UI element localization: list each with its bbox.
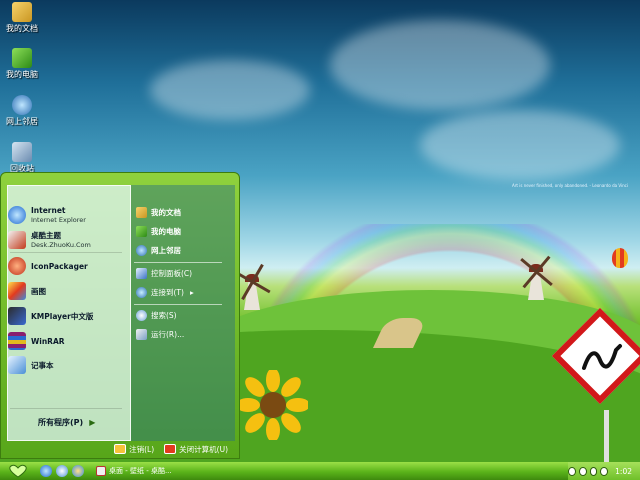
- taskbar: 桌面 - 壁纸 - 桌酷... 1:02: [0, 462, 640, 480]
- start-right-my-computer[interactable]: 我的电脑: [136, 226, 181, 237]
- start-item-title: KMPlayer中文版: [31, 311, 94, 321]
- cloud: [420, 110, 620, 180]
- system-tray: 1:02: [568, 462, 640, 480]
- winrar-icon: [8, 332, 26, 350]
- zhuoku-icon: [8, 231, 26, 249]
- start-right-run[interactable]: 运行(R)...: [136, 329, 184, 340]
- start-item-title: 记事本: [31, 360, 54, 370]
- desktop-icon-my-computer[interactable]: 我的电脑: [2, 48, 42, 80]
- start-button[interactable]: [0, 462, 36, 480]
- notepad-icon: [8, 356, 26, 374]
- start-right-label: 控制面板(C): [151, 269, 193, 278]
- start-item-zhuoku[interactable]: 桌酷主题 Desk.ZhuoKu.Com: [8, 231, 126, 249]
- start-right-network-places[interactable]: 网上邻居: [136, 245, 181, 256]
- paint-icon: [8, 282, 26, 300]
- kmplayer-icon: [8, 307, 26, 325]
- logoff-label: 注销(L): [129, 444, 155, 454]
- sunflower: [238, 370, 308, 440]
- my-computer-icon: [136, 226, 147, 237]
- sign-post: [604, 410, 609, 462]
- start-right-separator: [134, 262, 222, 263]
- windmill: [234, 262, 271, 312]
- wallpaper-quote: Art is never finished, only abandoned. -…: [512, 183, 628, 188]
- tray-app-icon[interactable]: [600, 466, 609, 476]
- start-item-title: WinRAR: [31, 336, 65, 346]
- start-right-label: 搜索(S): [151, 311, 177, 320]
- logoff-button[interactable]: 注销(L): [114, 444, 154, 455]
- desktop-icon-label: 网上邻居: [6, 117, 38, 126]
- taskbar-window-label: 桌面 - 壁纸 - 桌酷...: [109, 467, 172, 475]
- run-icon: [136, 329, 147, 340]
- iconpackager-icon: [8, 257, 26, 275]
- start-item-title: IconPackager: [31, 261, 88, 271]
- network-places-icon: [12, 95, 32, 115]
- my-documents-icon: [136, 207, 147, 218]
- volume-icon[interactable]: [589, 466, 598, 476]
- my-computer-icon: [12, 48, 32, 68]
- search-icon: [136, 310, 147, 321]
- start-right-search[interactable]: 搜索(S): [136, 310, 177, 321]
- shutdown-button[interactable]: 关闭计算机(U): [164, 444, 228, 455]
- desktop-icon-network-places[interactable]: 网上邻居: [2, 95, 42, 127]
- start-item-internet[interactable]: Internet Internet Explorer: [8, 206, 126, 224]
- tray-arrow-icon[interactable]: [568, 466, 576, 476]
- desktop-icon-my-documents[interactable]: 我的文档: [2, 2, 42, 34]
- start-item-iconpackager[interactable]: IconPackager: [8, 257, 126, 275]
- desktop-icon-label: 我的电脑: [6, 70, 38, 79]
- cloud: [150, 60, 310, 120]
- network-icon[interactable]: [578, 466, 587, 476]
- start-right-control-panel[interactable]: 控制面板(C): [136, 268, 192, 279]
- arrow-right-icon: ▸: [189, 288, 194, 297]
- start-item-title: 桌酷主题: [31, 231, 61, 240]
- start-right-label: 连接到(T): [151, 288, 184, 297]
- connect-to-icon: [136, 287, 147, 298]
- winding-road-symbol: [582, 344, 622, 370]
- recycle-bin-icon: [12, 142, 32, 162]
- start-menu-separator: [10, 408, 122, 409]
- start-right-label: 我的电脑: [151, 227, 181, 236]
- start-right-my-documents[interactable]: 我的文档: [136, 207, 181, 218]
- cloud: [330, 20, 550, 110]
- start-item-subtitle: Desk.ZhuoKu.Com: [31, 241, 91, 249]
- messenger-icon[interactable]: [72, 465, 84, 477]
- start-menu-separator: [10, 252, 122, 253]
- ie-icon[interactable]: [40, 465, 52, 477]
- clock[interactable]: 1:02: [615, 467, 632, 476]
- start-right-separator: [134, 304, 222, 305]
- start-right-label: 我的文档: [151, 208, 181, 217]
- media-player-icon[interactable]: [56, 465, 68, 477]
- start-item-title: 画图: [31, 286, 46, 296]
- start-item-subtitle: Internet Explorer: [31, 216, 86, 224]
- start-right-label: 网上邻居: [151, 246, 181, 255]
- power-icon: [164, 444, 177, 454]
- start-right-label: 运行(R)...: [151, 330, 185, 339]
- ie-icon: [8, 206, 26, 224]
- control-panel-icon: [136, 268, 147, 279]
- taskbar-window-button[interactable]: 桌面 - 壁纸 - 桌酷...: [92, 464, 176, 478]
- arrow-right-icon: ▶: [89, 418, 96, 427]
- start-item-title: Internet: [31, 206, 66, 215]
- start-item-paint[interactable]: 画图: [8, 282, 126, 300]
- start-item-winrar[interactable]: WinRAR: [8, 332, 126, 350]
- browser-window-icon: [96, 466, 106, 476]
- start-item-notepad[interactable]: 记事本: [8, 356, 126, 374]
- windmill: [520, 252, 554, 302]
- desktop-icon-label: 我的文档: [6, 24, 38, 33]
- all-programs-label: 所有程序(P): [38, 418, 84, 427]
- network-places-icon: [136, 245, 147, 256]
- start-menu-bottom-bar: 注销(L) 关闭计算机(U): [0, 441, 238, 457]
- start-right-connect-to[interactable]: 连接到(T) ▸: [136, 287, 194, 298]
- all-programs-button[interactable]: 所有程序(P) ▶: [38, 417, 95, 428]
- hot-air-balloon: [612, 248, 628, 268]
- my-documents-icon: [12, 2, 32, 22]
- start-item-kmplayer[interactable]: KMPlayer中文版: [8, 307, 126, 325]
- desktop-icon-recycle-bin[interactable]: 回收站: [2, 142, 42, 174]
- logoff-icon: [114, 444, 127, 454]
- shutdown-label: 关闭计算机(U): [179, 444, 228, 454]
- heart-logo-icon: [9, 464, 27, 478]
